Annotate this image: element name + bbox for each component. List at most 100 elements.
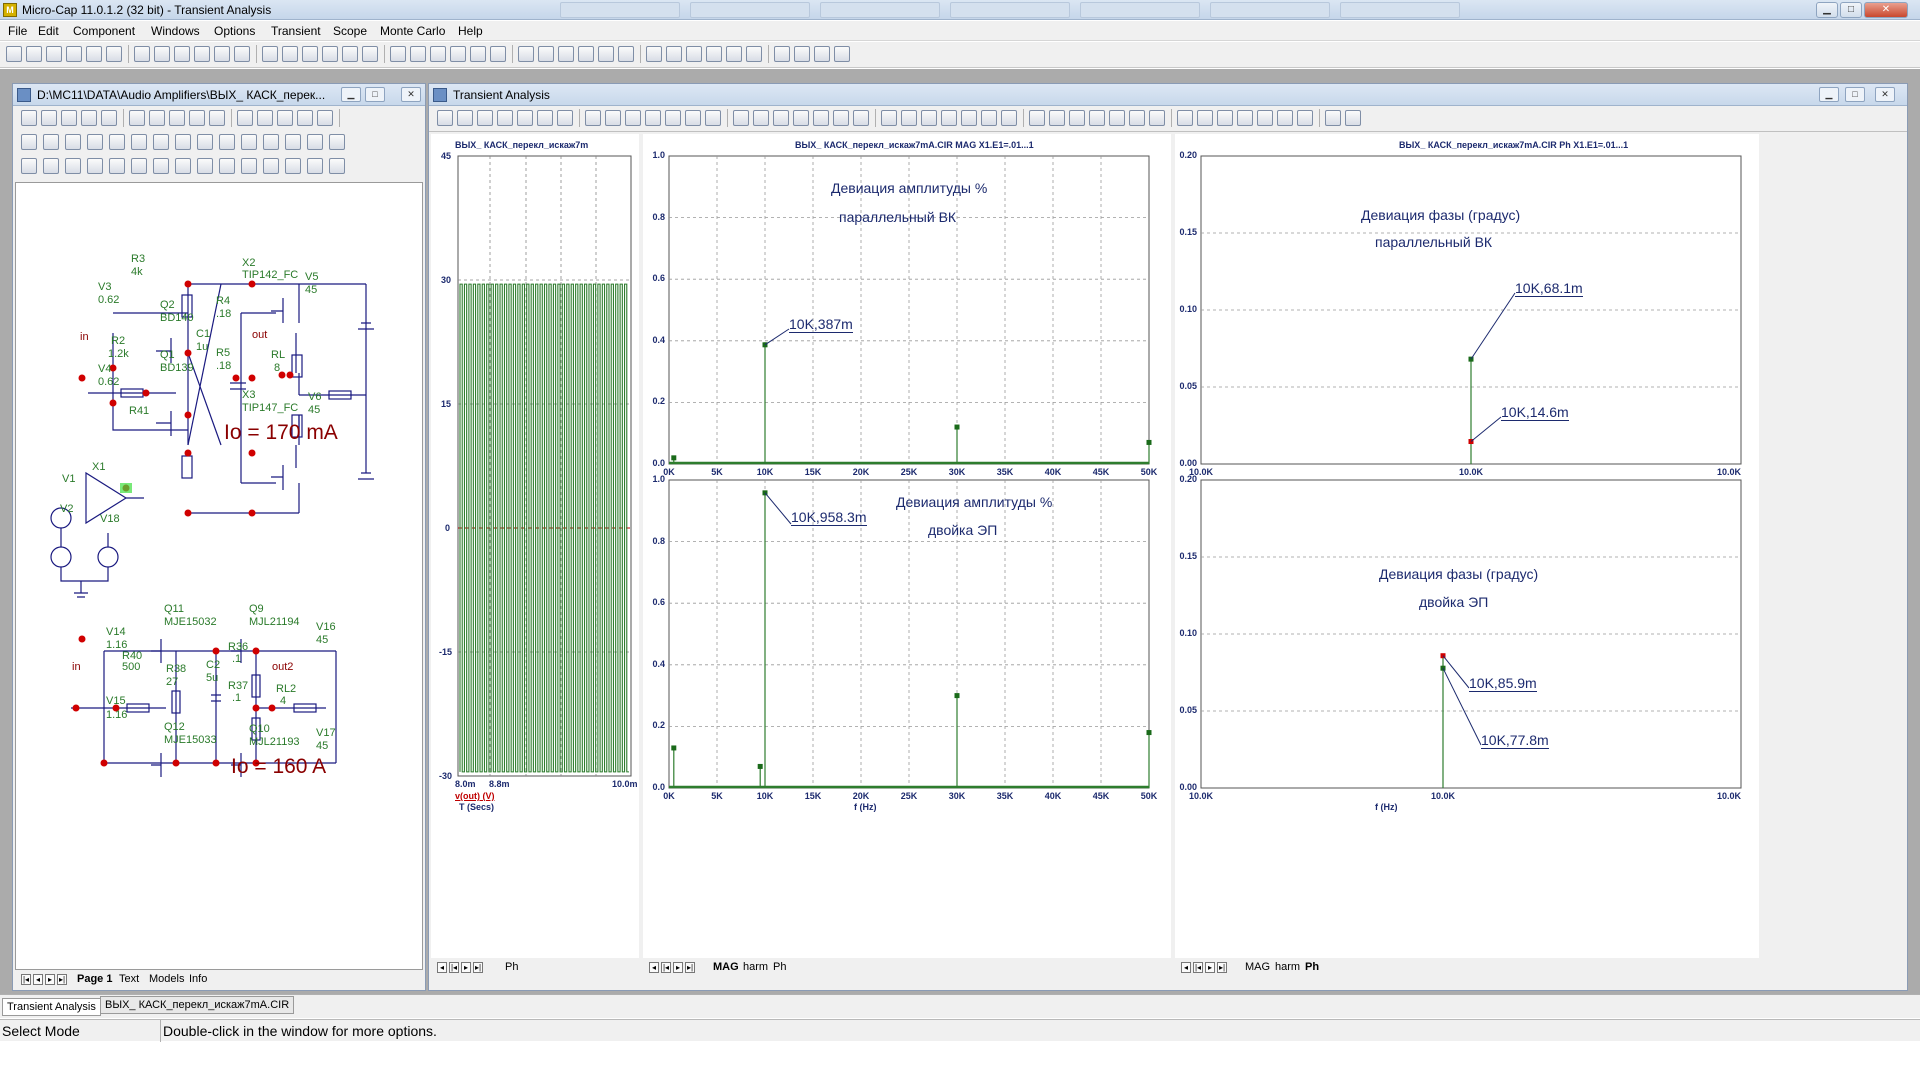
prev-tab-button[interactable]: |◂ xyxy=(1193,962,1203,973)
toolbar-button[interactable] xyxy=(921,110,937,126)
toolbar-button[interactable] xyxy=(285,158,301,174)
toolbar-button[interactable] xyxy=(109,134,125,150)
toolbar-button[interactable] xyxy=(686,46,702,62)
analysis-maximize-button[interactable]: □ xyxy=(1845,87,1865,102)
schematic-minimize-button[interactable]: ▁ xyxy=(341,87,361,102)
schematic-maximize-button[interactable]: □ xyxy=(365,87,385,102)
toolbar-button[interactable] xyxy=(194,46,210,62)
tab-mag[interactable]: MAG xyxy=(1245,961,1270,973)
menu-file[interactable]: File xyxy=(8,24,27,38)
menu-options[interactable]: Options xyxy=(214,24,255,38)
toolbar-button[interactable] xyxy=(450,46,466,62)
menu-windows[interactable]: Windows xyxy=(151,24,200,38)
tab-models[interactable]: Models xyxy=(149,973,184,985)
toolbar-button[interactable] xyxy=(941,110,957,126)
toolbar-button[interactable] xyxy=(263,134,279,150)
toolbar-button[interactable] xyxy=(726,46,742,62)
toolbar-button[interactable] xyxy=(46,46,62,62)
tab-harm[interactable]: harm xyxy=(743,961,768,973)
toolbar-button[interactable] xyxy=(558,46,574,62)
first-page-button[interactable]: |◂ xyxy=(21,974,31,985)
tab-info[interactable]: Info xyxy=(189,973,207,985)
last-tab-button[interactable]: ▸| xyxy=(1217,962,1227,973)
toolbar-button[interactable] xyxy=(237,110,253,126)
toolbar-button[interactable] xyxy=(307,134,323,150)
toolbar-button[interactable] xyxy=(1277,110,1293,126)
toolbar-button[interactable] xyxy=(362,46,378,62)
toolbar-button[interactable] xyxy=(1217,110,1233,126)
toolbar-button[interactable] xyxy=(282,46,298,62)
toolbar-button[interactable] xyxy=(214,46,230,62)
toolbar-button[interactable] xyxy=(625,110,641,126)
menu-monte-carlo[interactable]: Monte Carlo xyxy=(380,24,445,38)
tab-page-1[interactable]: Page 1 xyxy=(77,973,112,985)
toolbar-button[interactable] xyxy=(598,46,614,62)
toolbar-button[interactable] xyxy=(307,158,323,174)
tab-harm[interactable]: harm xyxy=(1275,961,1300,973)
first-tab-button[interactable]: ◂ xyxy=(1181,962,1191,973)
toolbar-button[interactable] xyxy=(538,46,554,62)
toolbar-button[interactable] xyxy=(814,46,830,62)
toolbar-button[interactable] xyxy=(21,134,37,150)
toolbar-button[interactable] xyxy=(149,110,165,126)
toolbar-button[interactable] xyxy=(585,110,601,126)
tab-ph[interactable]: Ph xyxy=(773,961,786,973)
toolbar-button[interactable] xyxy=(793,110,809,126)
toolbar-button[interactable] xyxy=(174,46,190,62)
toolbar-button[interactable] xyxy=(219,158,235,174)
toolbar-button[interactable] xyxy=(1345,110,1361,126)
toolbar-button[interactable] xyxy=(497,110,513,126)
next-tab-button[interactable]: ▸ xyxy=(673,962,683,973)
prev-tab-button[interactable]: |◂ xyxy=(449,962,459,973)
tab-mag[interactable]: MAG xyxy=(713,961,739,973)
schematic-canvas[interactable]: R3 4k V3 0.62 Q2 BD140 in R2 1.2k Q1 BD1… xyxy=(15,182,423,970)
toolbar-button[interactable] xyxy=(169,110,185,126)
tab-ph[interactable]: Ph xyxy=(505,961,518,973)
toolbar-button[interactable] xyxy=(1001,110,1017,126)
toolbar-button[interactable] xyxy=(342,46,358,62)
analysis-close-button[interactable]: ✕ xyxy=(1875,87,1895,102)
toolbar-button[interactable] xyxy=(209,110,225,126)
toolbar-button[interactable] xyxy=(705,110,721,126)
toolbar-button[interactable] xyxy=(285,134,301,150)
mag-pane[interactable]: ВЫХ_ КАСК_перекл_искаж7mA.CIR MAG X1.E1=… xyxy=(643,134,1171,958)
next-tab-button[interactable]: ▸ xyxy=(461,962,471,973)
toolbar-button[interactable] xyxy=(853,110,869,126)
toolbar-button[interactable] xyxy=(153,158,169,174)
toolbar-button[interactable] xyxy=(1069,110,1085,126)
toolbar-button[interactable] xyxy=(101,110,117,126)
toolbar-button[interactable] xyxy=(773,110,789,126)
toolbar-button[interactable] xyxy=(774,46,790,62)
menu-help[interactable]: Help xyxy=(458,24,483,38)
toolbar-button[interactable] xyxy=(833,110,849,126)
toolbar-button[interactable] xyxy=(470,46,486,62)
prev-tab-button[interactable]: |◂ xyxy=(661,962,671,973)
toolbar-button[interactable] xyxy=(618,46,634,62)
tab-ph[interactable]: Ph xyxy=(1305,961,1319,973)
next-tab-button[interactable]: ▸ xyxy=(1205,962,1215,973)
toolbar-button[interactable] xyxy=(646,46,662,62)
toolbar-button[interactable] xyxy=(322,46,338,62)
toolbar-button[interactable] xyxy=(241,134,257,150)
toolbar-button[interactable] xyxy=(1089,110,1105,126)
toolbar-button[interactable] xyxy=(43,158,59,174)
toolbar-button[interactable] xyxy=(189,110,205,126)
toolbar-button[interactable] xyxy=(87,158,103,174)
toolbar-button[interactable] xyxy=(645,110,661,126)
toolbar-button[interactable] xyxy=(329,158,345,174)
toolbar-button[interactable] xyxy=(605,110,621,126)
last-tab-button[interactable]: ▸| xyxy=(473,962,483,973)
toolbar-button[interactable] xyxy=(21,158,37,174)
next-page-button[interactable]: ▸ xyxy=(45,974,55,985)
toolbar-button[interactable] xyxy=(86,46,102,62)
toolbar-button[interactable] xyxy=(106,46,122,62)
toolbar-button[interactable] xyxy=(26,46,42,62)
toolbar-button[interactable] xyxy=(87,134,103,150)
toolbar-button[interactable] xyxy=(901,110,917,126)
doc-tab-transient[interactable]: Transient Analysis xyxy=(2,998,101,1016)
toolbar-button[interactable] xyxy=(537,110,553,126)
toolbar-button[interactable] xyxy=(219,134,235,150)
toolbar-button[interactable] xyxy=(517,110,533,126)
toolbar-button[interactable] xyxy=(1257,110,1273,126)
menu-edit[interactable]: Edit xyxy=(38,24,59,38)
